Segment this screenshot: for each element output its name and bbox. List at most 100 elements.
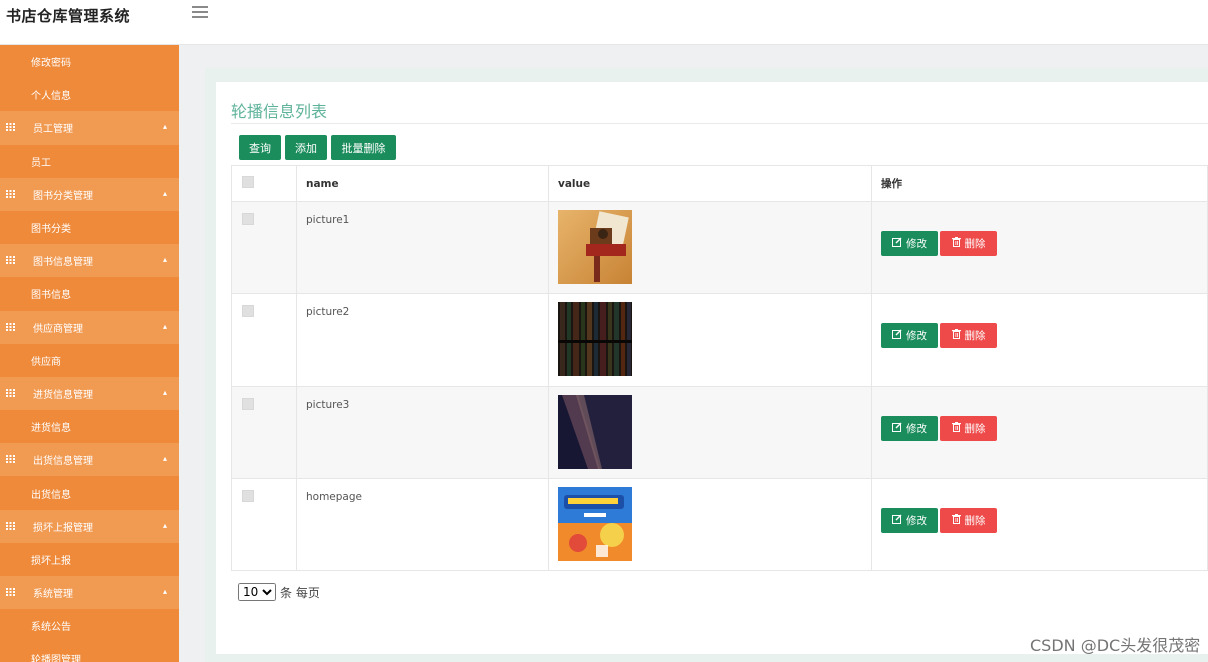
row-checkbox[interactable]: [242, 489, 254, 502]
delete-label: 删除: [964, 514, 986, 527]
sidebar-item-11[interactable]: 进货信息: [0, 410, 179, 443]
trash-icon: [951, 237, 961, 250]
sidebar-item-label: 损坏上报: [31, 555, 71, 567]
page-size-select[interactable]: 102050: [238, 583, 276, 601]
sidebar-group-label: 损坏上报管理: [33, 522, 93, 534]
sidebar-group-label: 系统管理: [33, 589, 73, 601]
sidebar-group-2[interactable]: 员工管理 ▴: [0, 111, 179, 145]
delete-label: 删除: [964, 422, 986, 435]
page-title: 轮播信息列表: [231, 102, 328, 121]
sidebar-group-8[interactable]: 供应商管理 ▴: [0, 310, 179, 344]
caret-up-icon: ▴: [163, 188, 168, 198]
row-image-cell: [548, 200, 872, 295]
sidebar-item-13[interactable]: 出货信息: [0, 476, 179, 509]
caret-up-icon: ▴: [163, 454, 168, 464]
select-all-checkbox[interactable]: [242, 176, 254, 188]
delete-label: 删除: [964, 238, 986, 250]
sidebar-group-label: 图书信息管理: [33, 257, 93, 269]
query-button[interactable]: 查询: [239, 135, 281, 160]
delete-label: 删除: [964, 330, 986, 343]
row-name: picture2: [296, 293, 549, 387]
sidebar-item-label: 图书信息: [31, 290, 71, 302]
edit-label: 修改: [906, 422, 927, 435]
sidebar-item-label: 修改密码: [31, 58, 71, 70]
warm-desk-photo[interactable]: [558, 210, 871, 284]
edit-button[interactable]: 修改: [881, 415, 938, 441]
row-actions: 修改 删除: [871, 200, 1208, 295]
edit-button[interactable]: 修改: [881, 507, 938, 533]
grid-menu-icon: [6, 455, 15, 464]
sidebar-item-7[interactable]: 图书信息: [0, 277, 179, 310]
app-title: 书店仓库管理系统: [6, 7, 131, 25]
grid-menu-icon: [6, 256, 15, 265]
sidebar-group-label: 供应商管理: [33, 323, 83, 335]
caret-up-icon: ▴: [163, 255, 168, 265]
sidebar-item-label: 出货信息: [31, 489, 71, 501]
row-checkbox[interactable]: [242, 397, 254, 410]
sidebar-item-label: 供应商: [31, 356, 61, 368]
sidebar-item-label: 个人信息: [31, 91, 71, 103]
row-select-cell: [231, 200, 297, 295]
caret-up-icon: ▴: [163, 122, 168, 132]
row-name: picture1: [296, 200, 549, 295]
row-image-cell: [548, 385, 872, 479]
header-name: name: [296, 165, 549, 202]
edit-button[interactable]: 修改: [881, 323, 938, 349]
add-button[interactable]: 添加: [285, 135, 327, 160]
open-book-photo[interactable]: [558, 394, 871, 469]
sidebar-group-12[interactable]: 出货信息管理 ▴: [0, 443, 179, 477]
delete-button[interactable]: 删除: [940, 231, 997, 256]
sidebar-item-15[interactable]: 损坏上报: [0, 543, 179, 576]
row-checkbox[interactable]: [242, 305, 254, 318]
row-checkbox[interactable]: [242, 213, 254, 225]
row-image-cell: [548, 477, 872, 572]
edit-label: 修改: [906, 514, 927, 527]
caret-up-icon: ▴: [163, 387, 168, 397]
sidebar-item-3[interactable]: 员工: [0, 145, 179, 178]
row-name: homepage: [296, 477, 549, 572]
sidebar-group-label: 出货信息管理: [33, 456, 93, 468]
sidebar-item-17[interactable]: 系统公告: [0, 609, 179, 642]
caret-up-icon: ▴: [163, 587, 168, 596]
delete-button[interactable]: 删除: [940, 415, 997, 441]
edit-icon: [892, 422, 902, 435]
sidebar-group-14[interactable]: 损坏上报管理 ▴: [0, 509, 179, 543]
grid-menu-icon: [6, 123, 15, 132]
sidebar-item-18[interactable]: 轮播图管理: [0, 642, 179, 662]
table-row: homepage 修改 删除: [231, 477, 1208, 572]
sidebar-group-10[interactable]: 进货信息管理 ▴: [0, 376, 179, 411]
delete-button[interactable]: 删除: [940, 507, 997, 533]
edit-icon: [892, 329, 902, 342]
colorful-banner-photo[interactable]: [558, 486, 871, 561]
row-select-cell: [231, 293, 297, 387]
sidebar-group-label: 图书分类管理: [33, 190, 93, 202]
dark-bookshelf-photo[interactable]: [558, 302, 871, 377]
row-image-cell: [548, 293, 872, 387]
row-select-cell: [231, 385, 297, 479]
sidebar-item-0[interactable]: 修改密码: [0, 45, 179, 78]
trash-icon: [951, 421, 961, 435]
sidebar-group-label: 进货信息管理: [33, 389, 93, 401]
watermark: CSDN @DC头发很茂密: [1030, 636, 1201, 655]
sidebar-item-9[interactable]: 供应商: [0, 344, 179, 377]
row-actions: 修改 删除: [871, 293, 1208, 387]
page-size-suffix: 条 每页: [280, 585, 320, 600]
hamburger-menu-icon[interactable]: [192, 6, 208, 20]
delete-button[interactable]: 删除: [940, 323, 997, 349]
edit-icon: [892, 237, 902, 250]
sidebar-item-1[interactable]: 个人信息: [0, 78, 179, 111]
carousel-table: name value 操作 picture1 修改 删除 picture2 修改 删除 pi…: [231, 165, 1208, 572]
sidebar-group-4[interactable]: 图书分类管理 ▴: [0, 177, 179, 211]
sidebar-group-6[interactable]: 图书信息管理 ▴: [0, 244, 179, 278]
caret-up-icon: ▴: [163, 321, 168, 331]
table-row: picture2 修改 删除: [231, 293, 1208, 387]
caret-up-icon: ▴: [163, 520, 168, 530]
batch-delete-button[interactable]: 批量删除: [331, 135, 396, 160]
sidebar-group-label: 员工管理: [33, 124, 73, 136]
sidebar-group-16[interactable]: 系统管理 ▴: [0, 576, 179, 610]
sidebar-item-5[interactable]: 图书分类: [0, 211, 179, 244]
divider: [231, 123, 1208, 124]
row-actions: 修改 删除: [871, 477, 1208, 572]
row-select-cell: [231, 477, 297, 572]
edit-button[interactable]: 修改: [881, 231, 938, 256]
